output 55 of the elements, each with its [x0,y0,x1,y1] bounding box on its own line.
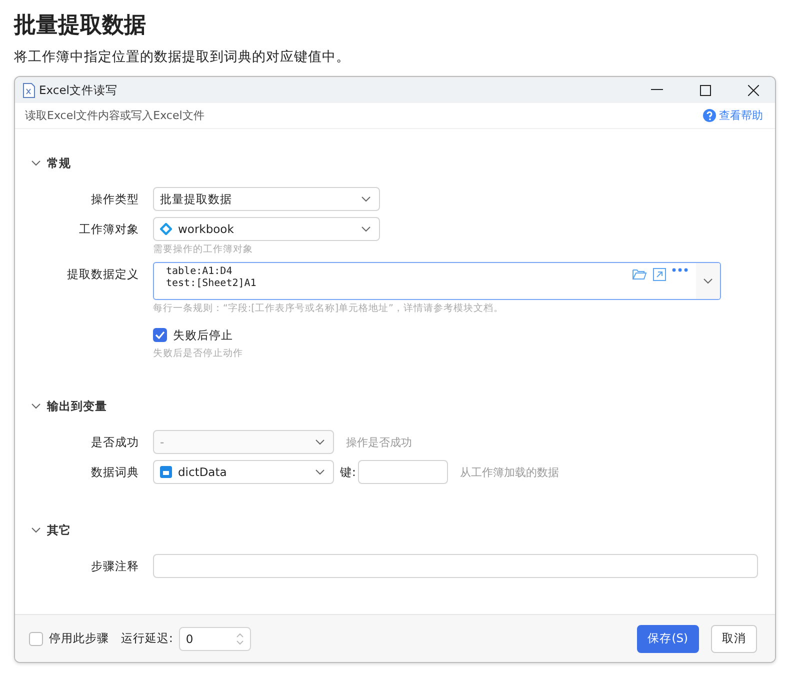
chevron-icon [31,527,41,534]
cancel-button[interactable]: 取消 [711,624,757,653]
section-header[interactable]: 输出到变量 [31,396,107,416]
code-text: table:A1:D4 test:[Sheet2]A1 [165,265,258,292]
dictionary-icon [160,466,172,478]
diamond-icon [160,223,172,236]
expand-icon[interactable] [653,268,666,282]
maximize-icon [700,84,710,96]
text-input[interactable] [153,554,758,578]
field-hint: 每行一条规则：“字段:[工作表序号或名称]单元格地址”，详情请参考模块文档。 [153,303,504,316]
more-icon[interactable] [672,268,688,272]
close-icon [748,84,758,96]
checkbox[interactable] [153,328,167,342]
field-hint: 操作是否成功 [346,434,412,450]
field-label: 是否成功 [91,434,139,452]
field-hint: 从工作簿加载的数据 [460,464,559,480]
field-label: 操作类型 [91,191,139,208]
key-label: 键: [340,464,356,480]
dropdown[interactable]: 批量提取数据 [153,187,380,212]
dropdown-button[interactable] [696,263,720,300]
section-header[interactable]: 其它 [31,520,71,540]
help-icon [703,109,716,122]
field-label: 数据词典 [91,464,139,482]
help-link[interactable]: 查看帮助 [703,108,763,124]
chevron-down-icon [361,226,371,232]
window-subtitle: 读取Excel文件内容或写入Excel文件 [25,108,204,124]
chevron-down-icon [361,196,371,202]
save-button[interactable]: 保存(S) [636,624,699,653]
chevron-icon [31,160,41,166]
chevron-down-icon [315,439,325,446]
page-title: 批量提取数据 [14,12,146,40]
key-input[interactable] [358,460,448,484]
chevron-down-icon [703,278,713,284]
chevron-icon [31,403,41,410]
number-input[interactable]: 0 [178,626,251,651]
field-hint: 需要操作的工作簿对象 [153,244,254,256]
checkbox-label: 停用此步骤 [49,631,109,646]
dropdown[interactable]: workbook [153,217,380,242]
text-area[interactable]: table:A1:D4 test:[Sheet2]A1 [153,262,721,300]
dropdown[interactable]: dictData [153,460,334,484]
minimize-icon [651,89,663,91]
spinner-arrows-icon[interactable] [236,632,244,646]
checkbox[interactable] [29,632,43,646]
folder-icon[interactable] [632,268,647,280]
excel-file-icon [23,82,35,98]
field-label: 工作簿对象 [79,221,139,238]
window-title: Excel文件读写 [39,82,118,98]
field-label: 步骤注释 [91,558,139,576]
page-description: 将工作簿中指定位置的数据提取到词典的对应键值中。 [14,48,350,66]
field-hint: 失败后是否停止动作 [153,348,244,360]
field-label: 提取数据定义 [67,266,139,284]
section-header[interactable]: 常规 [31,153,71,174]
delay-label: 运行延迟: [121,631,173,646]
chevron-down-icon [315,469,325,476]
checkbox-label: 失败后停止 [173,328,233,343]
